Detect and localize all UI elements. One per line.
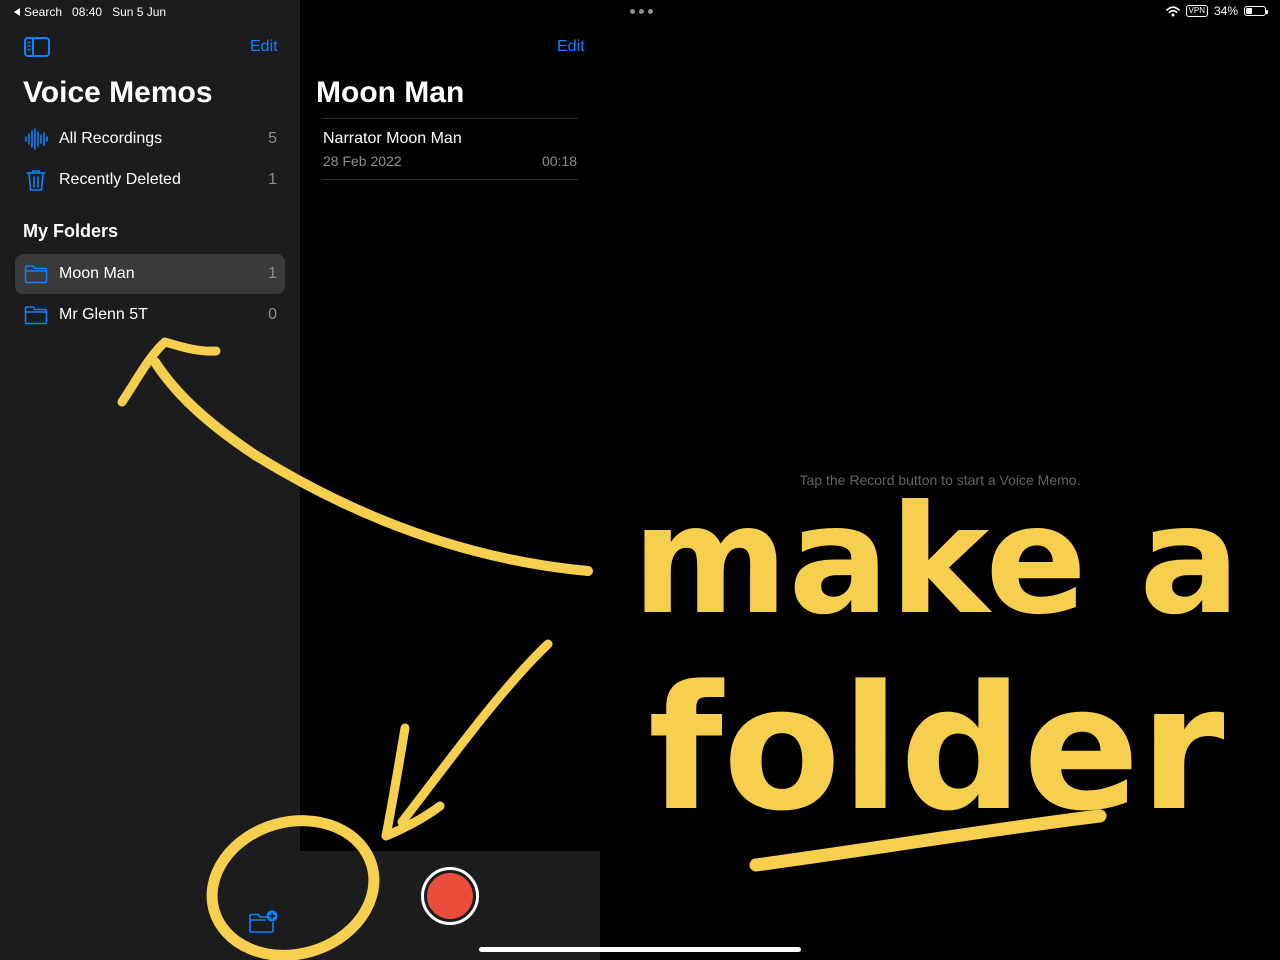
back-label: Search: [24, 5, 63, 19]
wifi-icon: [1165, 5, 1180, 16]
folder-item-moon-man[interactable]: Moon Man 1: [15, 254, 285, 294]
status-bar-left: Search 08:40 Sun 5 Jun: [14, 4, 166, 20]
record-button[interactable]: [421, 867, 479, 925]
battery-fill: [1246, 8, 1253, 14]
multitasking-dots-icon[interactable]: [630, 9, 653, 14]
recording-row[interactable]: Narrator Moon Man 28 Feb 2022 00:18: [322, 119, 578, 179]
folder-icon: [24, 262, 48, 286]
sidebar-edit-button[interactable]: Edit: [250, 38, 278, 56]
sidebar: Edit Voice Memos All Recordings 5 Recent…: [0, 0, 300, 960]
bottom-toolbar: [0, 851, 600, 960]
ipad-screen: Edit Voice Memos All Recordings 5 Recent…: [0, 0, 1280, 960]
list-divider: [322, 179, 578, 180]
recordings-list-column: Edit Moon Man Narrator Moon Man 28 Feb 2…: [300, 0, 600, 960]
record-dot: [427, 873, 473, 919]
home-indicator: [479, 947, 801, 952]
folder-count: 1: [268, 265, 277, 282]
sidebar-item-all-recordings[interactable]: All Recordings 5: [15, 119, 285, 159]
folder-item-mr-glenn-5t[interactable]: Mr Glenn 5T 0: [15, 295, 285, 335]
battery-icon: [1244, 6, 1268, 16]
recording-duration: 00:18: [541, 153, 577, 169]
recording-title: Narrator Moon Man: [323, 130, 462, 147]
battery-percentage: 34%: [1213, 4, 1238, 18]
empty-state-hint: Tap the Record button to start a Voice M…: [799, 472, 1081, 488]
waveform-icon: [24, 127, 48, 151]
back-to-search[interactable]: Search: [14, 5, 62, 19]
folder-count: 0: [268, 306, 277, 323]
status-bar-right: VPN 34%: [1165, 3, 1268, 19]
sidebar-item-count: 1: [268, 171, 277, 188]
folder-label: Mr Glenn 5T: [59, 306, 148, 323]
sidebar-item-label: All Recordings: [59, 130, 163, 147]
sidebar-item-label: Recently Deleted: [59, 171, 181, 188]
folder-label: Moon Man: [59, 265, 135, 282]
list-edit-button[interactable]: Edit: [557, 38, 585, 56]
trash-icon: [24, 168, 48, 192]
vpn-badge: VPN: [1185, 5, 1208, 17]
sidebar-item-count: 5: [268, 130, 277, 147]
folder-title: Moon Man: [316, 76, 465, 109]
recording-date: 28 Feb 2022: [323, 153, 402, 169]
sidebar-item-recently-deleted[interactable]: Recently Deleted 1: [15, 160, 285, 200]
sidebar-toggle-icon[interactable]: [24, 36, 50, 58]
my-folders-heading: My Folders: [23, 221, 119, 241]
sidebar-title: Voice Memos: [23, 76, 213, 109]
status-date: Sun 5 Jun: [112, 5, 167, 19]
status-time: 08:40: [72, 5, 103, 19]
new-folder-icon[interactable]: [248, 909, 278, 935]
folder-icon: [24, 303, 48, 327]
back-arrow-icon: [14, 8, 20, 16]
detail-pane: Tap the Record button to start a Voice M…: [600, 0, 1280, 960]
